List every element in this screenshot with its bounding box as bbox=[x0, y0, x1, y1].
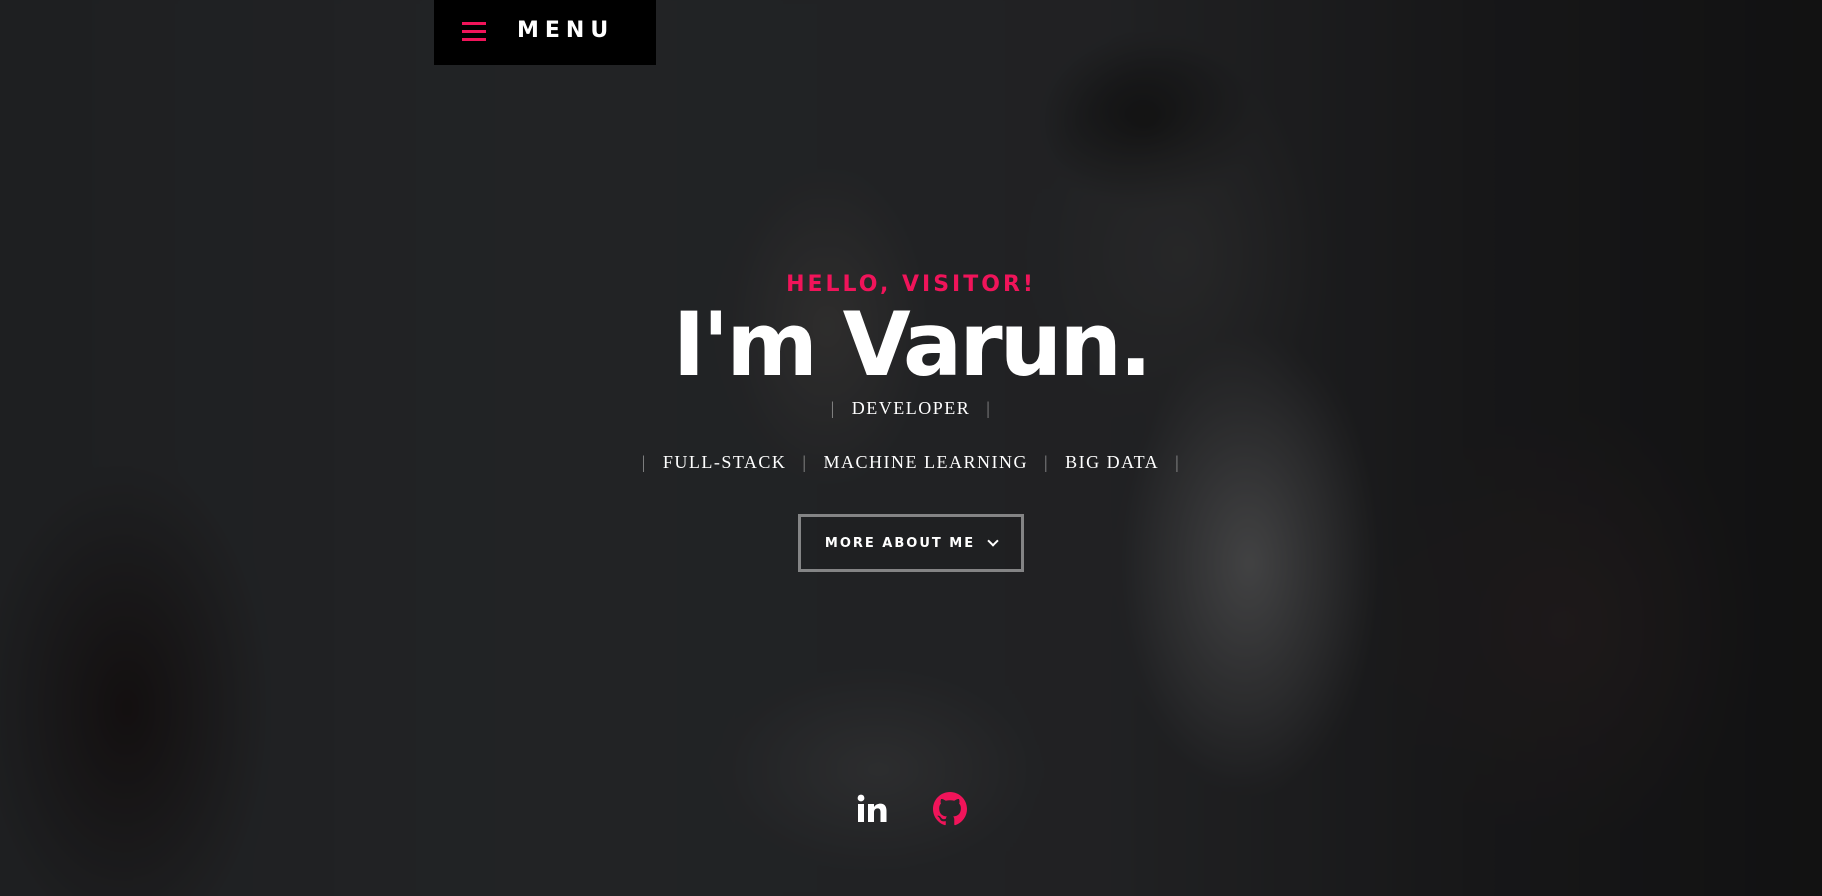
separator: | bbox=[802, 452, 808, 472]
hero-overlay bbox=[0, 0, 1822, 896]
skill-big-data: BIG DATA bbox=[1065, 452, 1160, 472]
github-link[interactable] bbox=[933, 792, 967, 826]
separator: | bbox=[641, 452, 647, 472]
more-about-me-label: MORE ABOUT ME bbox=[824, 535, 976, 551]
more-about-me-button[interactable]: MORE ABOUT ME bbox=[798, 514, 1024, 572]
hero-skills-line: | FULL-STACK | MACHINE LEARNING | BIG DA… bbox=[0, 452, 1822, 473]
separator: | bbox=[830, 398, 836, 418]
hero-role-line: | DEVELOPER | bbox=[0, 398, 1822, 419]
menu-button[interactable]: MENU bbox=[434, 0, 656, 65]
separator: | bbox=[1043, 452, 1050, 472]
chevron-down-icon bbox=[987, 535, 999, 547]
linkedin-icon bbox=[857, 794, 887, 822]
skill-machine-learning: MACHINE LEARNING bbox=[823, 452, 1028, 472]
separator: | bbox=[986, 398, 992, 418]
social-links bbox=[0, 792, 1822, 826]
hamburger-icon bbox=[462, 22, 486, 42]
skill-full-stack: FULL-STACK bbox=[662, 452, 787, 472]
menu-label: MENU bbox=[517, 18, 615, 43]
hero-name: I'm Varun. bbox=[672, 293, 1153, 396]
separator: | bbox=[1175, 452, 1181, 472]
github-icon bbox=[933, 792, 967, 826]
role-label: DEVELOPER bbox=[851, 398, 971, 418]
linkedin-link[interactable] bbox=[855, 792, 889, 826]
